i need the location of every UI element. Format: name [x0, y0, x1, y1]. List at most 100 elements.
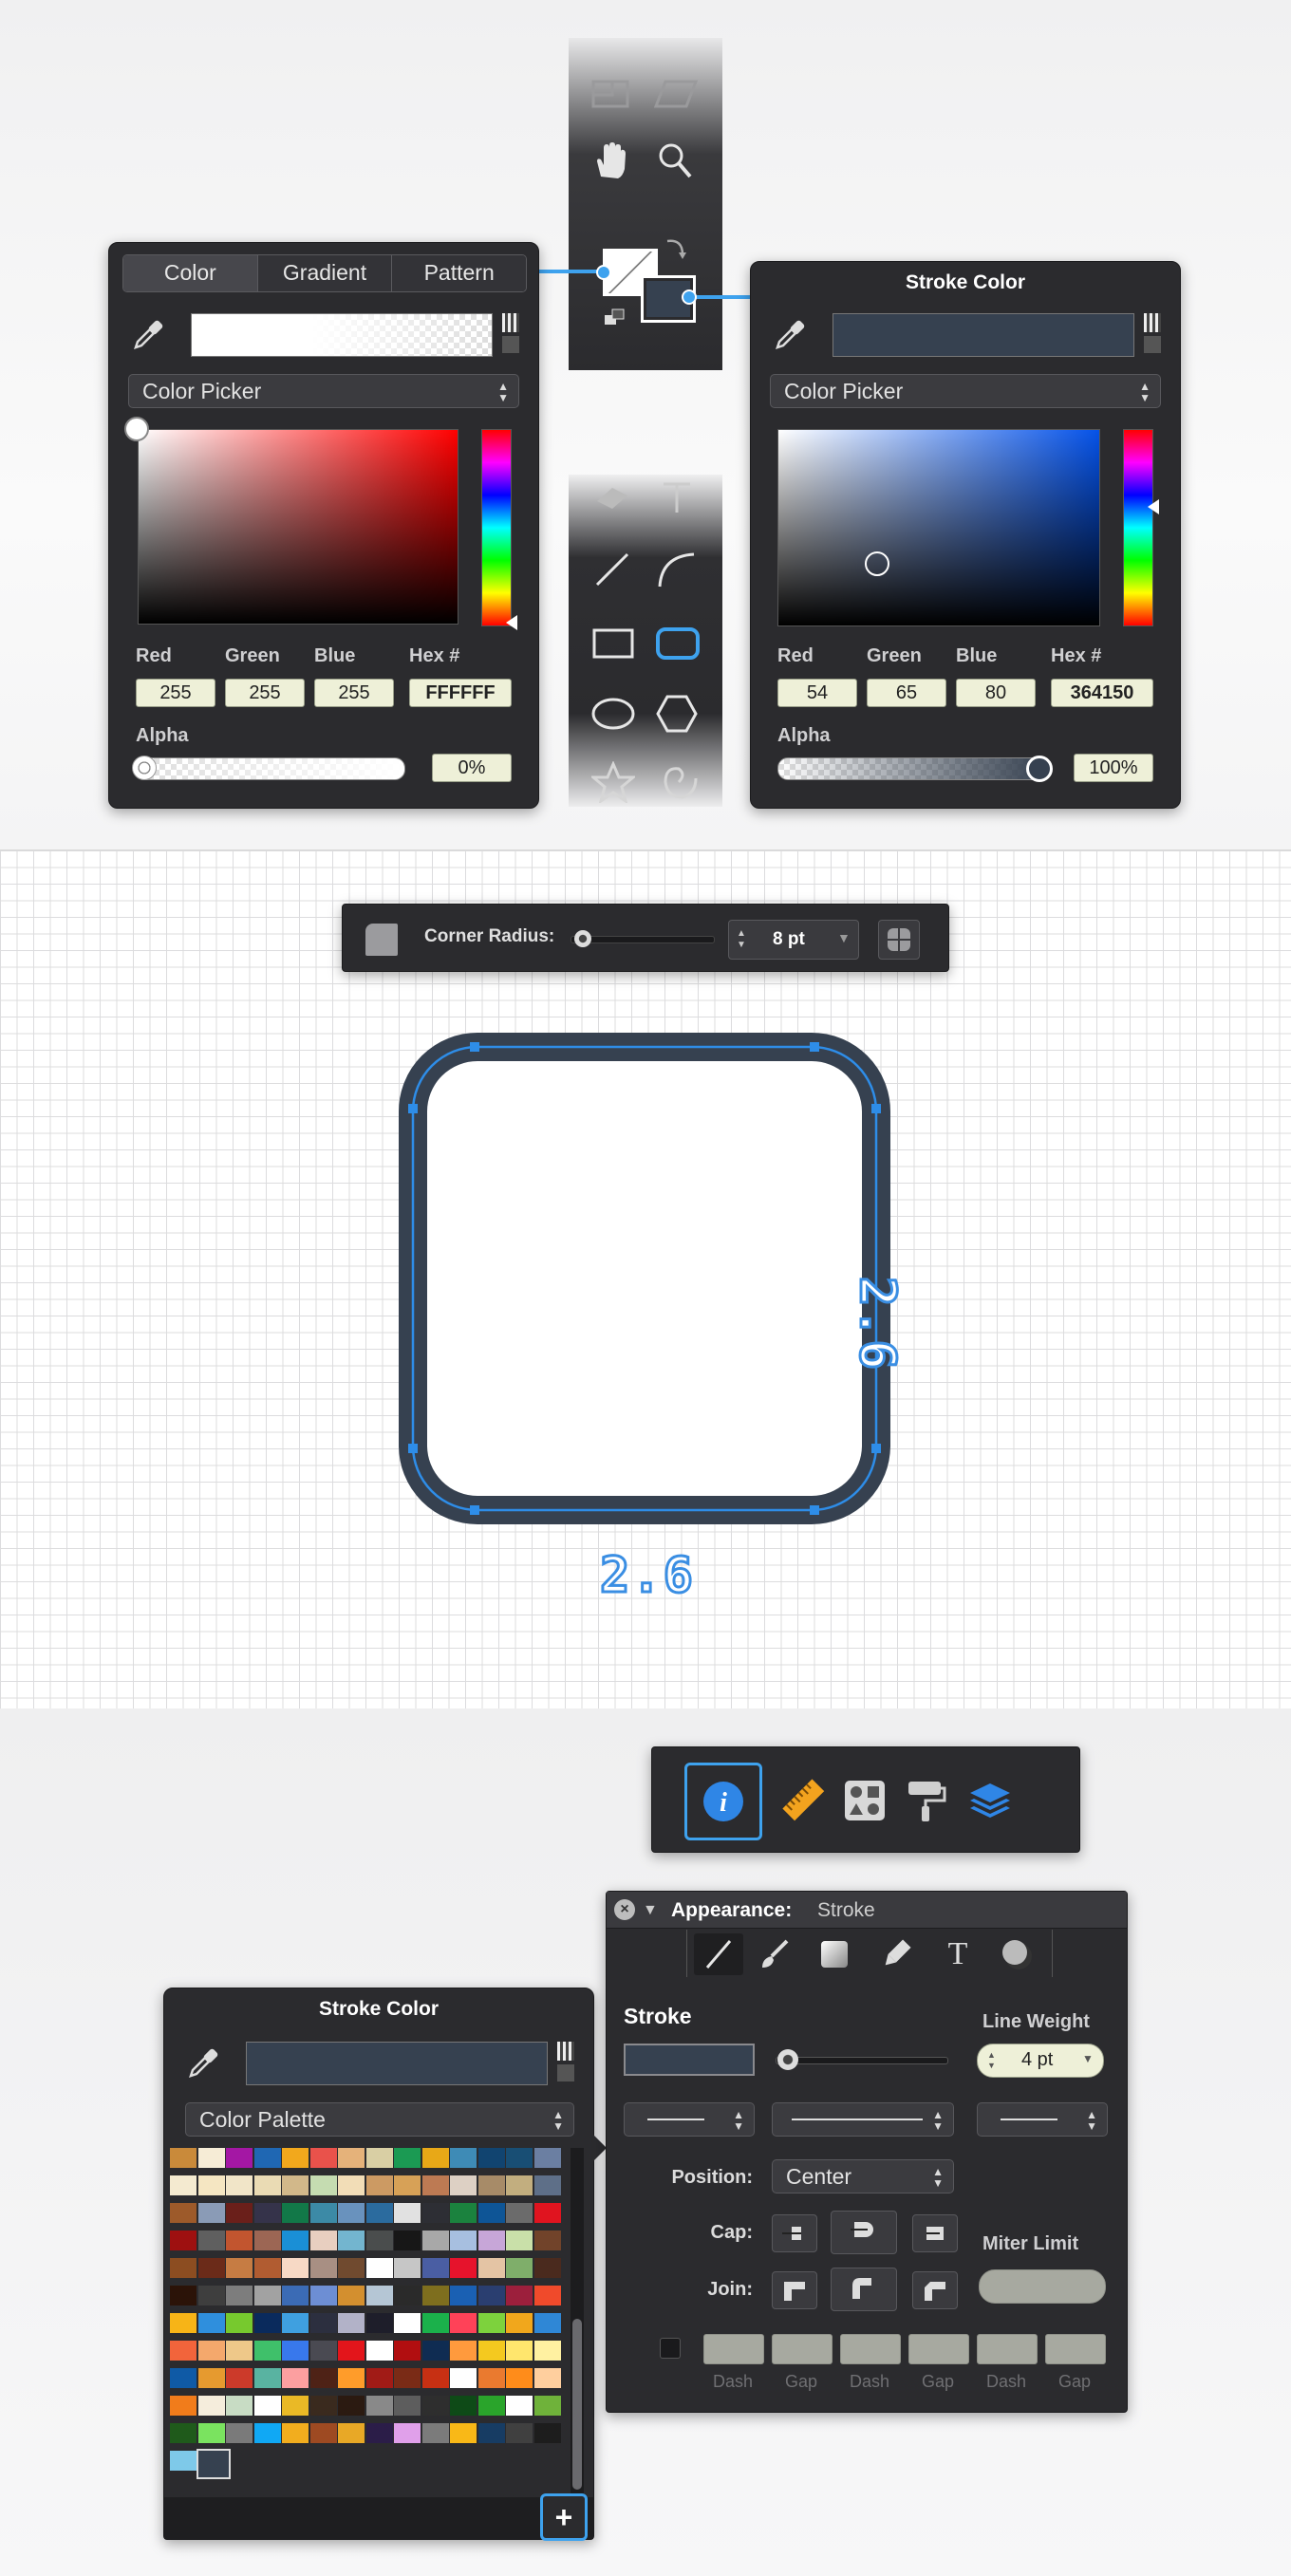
- color-swatch[interactable]: [506, 2341, 533, 2361]
- color-swatch[interactable]: [477, 2423, 505, 2443]
- color-swatch[interactable]: [506, 2313, 533, 2333]
- red-field[interactable]: 54: [777, 679, 857, 707]
- color-swatch[interactable]: [282, 2396, 309, 2416]
- color-swatch[interactable]: [282, 2313, 309, 2333]
- color-swatch[interactable]: [170, 2286, 196, 2305]
- color-swatch[interactable]: [309, 2175, 337, 2195]
- color-swatch[interactable]: [253, 2396, 281, 2416]
- layers-tab[interactable]: [954, 1764, 1026, 1837]
- color-swatch[interactable]: [394, 2175, 421, 2195]
- text-icon[interactable]: T: [941, 1935, 975, 1973]
- color-swatch[interactable]: [450, 2203, 477, 2223]
- color-swatch[interactable]: [197, 2368, 225, 2388]
- color-swatch[interactable]: [477, 2203, 505, 2223]
- color-swatch[interactable]: [253, 2423, 281, 2443]
- tab-pattern[interactable]: Pattern: [392, 255, 526, 291]
- cap-round-button[interactable]: [831, 2211, 897, 2254]
- parallelogram-icon[interactable]: [652, 78, 700, 110]
- blue-field[interactable]: 80: [956, 679, 1036, 707]
- hex-field[interactable]: FFFFFF: [409, 679, 512, 707]
- alpha-field[interactable]: 100%: [1074, 754, 1153, 782]
- join-round-button[interactable]: [831, 2268, 897, 2311]
- color-swatch[interactable]: [477, 2286, 505, 2305]
- color-swatch[interactable]: [365, 2231, 393, 2250]
- color-swatch[interactable]: [197, 2258, 225, 2278]
- text-tool-icon[interactable]: [660, 480, 694, 514]
- start-arrow-select[interactable]: ▲ ▼: [624, 2102, 755, 2137]
- color-swatch[interactable]: [365, 2396, 393, 2416]
- color-swatch[interactable]: [226, 2396, 253, 2416]
- color-swatch[interactable]: [477, 2258, 505, 2278]
- color-swatch[interactable]: [170, 2423, 196, 2443]
- color-swatch[interactable]: [450, 2341, 477, 2361]
- color-swatch[interactable]: [338, 2341, 365, 2361]
- color-swatch[interactable]: [506, 2423, 533, 2443]
- color-swatch[interactable]: [506, 2396, 533, 2416]
- color-swatch[interactable]: [309, 2148, 337, 2168]
- color-swatch[interactable]: [282, 2148, 309, 2168]
- color-swatch[interactable]: [506, 2148, 533, 2168]
- eyedropper-icon[interactable]: [185, 2045, 219, 2080]
- rectangle-icon[interactable]: [591, 626, 635, 661]
- color-swatch[interactable]: [253, 2368, 281, 2388]
- color-swatch[interactable]: [309, 2203, 337, 2223]
- color-swatch[interactable]: [421, 2148, 449, 2168]
- color-swatch[interactable]: [253, 2231, 281, 2250]
- color-swatch[interactable]: [421, 2231, 449, 2250]
- default-colors-icon[interactable]: [605, 308, 627, 327]
- alpha-slider-knob[interactable]: [1026, 756, 1053, 782]
- star-icon[interactable]: [589, 760, 638, 805]
- color-swatch[interactable]: [226, 2368, 253, 2388]
- swap-colors-icon[interactable]: [664, 235, 688, 260]
- alpha-field[interactable]: 0%: [432, 754, 512, 782]
- color-swatch[interactable]: [394, 2203, 421, 2223]
- miter-limit-field[interactable]: [979, 2269, 1106, 2304]
- color-swatch[interactable]: [365, 2175, 393, 2195]
- color-swatch[interactable]: [365, 2286, 393, 2305]
- color-swatch[interactable]: [533, 2313, 561, 2333]
- color-swatch[interactable]: [477, 2148, 505, 2168]
- color-swatch[interactable]: [421, 2203, 449, 2223]
- color-swatch[interactable]: [394, 2341, 421, 2361]
- red-field[interactable]: 255: [136, 679, 215, 707]
- color-swatch[interactable]: [394, 2313, 421, 2333]
- color-swatch[interactable]: [226, 2341, 253, 2361]
- color-swatch[interactable]: [394, 2231, 421, 2250]
- color-swatch[interactable]: [170, 2148, 196, 2168]
- color-swatch[interactable]: [394, 2258, 421, 2278]
- color-swatch[interactable]: [338, 2313, 365, 2333]
- color-swatch[interactable]: [450, 2368, 477, 2388]
- color-swatch[interactable]: [394, 2368, 421, 2388]
- join-bevel-button[interactable]: [912, 2271, 958, 2309]
- color-swatch[interactable]: [196, 2449, 231, 2479]
- dash-gap-field[interactable]: [840, 2334, 901, 2364]
- corner-radius-slider[interactable]: [571, 936, 715, 943]
- color-picker-handle[interactable]: [124, 417, 149, 441]
- dash-enable-checkbox[interactable]: [660, 2338, 681, 2359]
- alpha-slider-knob[interactable]: [132, 756, 157, 780]
- color-swatch[interactable]: [338, 2231, 365, 2250]
- dash-gap-field[interactable]: [772, 2334, 833, 2364]
- color-swatch[interactable]: [394, 2423, 421, 2443]
- color-swatch[interactable]: [282, 2423, 309, 2443]
- color-swatch[interactable]: [197, 2341, 225, 2361]
- color-swatch[interactable]: [477, 2368, 505, 2388]
- rectangle-select-icon[interactable]: [589, 78, 631, 110]
- close-icon[interactable]: ×: [614, 1899, 635, 1920]
- eyedropper-icon[interactable]: [772, 317, 806, 351]
- color-swatch[interactable]: [450, 2175, 477, 2195]
- color-swatch[interactable]: [226, 2148, 253, 2168]
- color-swatch[interactable]: [226, 2175, 253, 2195]
- color-swatch[interactable]: [506, 2286, 533, 2305]
- color-swatch[interactable]: [253, 2258, 281, 2278]
- color-swatch[interactable]: [421, 2368, 449, 2388]
- color-swatch[interactable]: [450, 2423, 477, 2443]
- color-swatch[interactable]: [170, 2341, 196, 2361]
- color-swatch[interactable]: [477, 2341, 505, 2361]
- green-field[interactable]: 65: [867, 679, 946, 707]
- color-swatch[interactable]: [365, 2203, 393, 2223]
- color-swatch[interactable]: [506, 2175, 533, 2195]
- color-swatch[interactable]: [533, 2341, 561, 2361]
- color-swatch[interactable]: [338, 2148, 365, 2168]
- end-arrow-select[interactable]: ▲ ▼: [977, 2102, 1108, 2137]
